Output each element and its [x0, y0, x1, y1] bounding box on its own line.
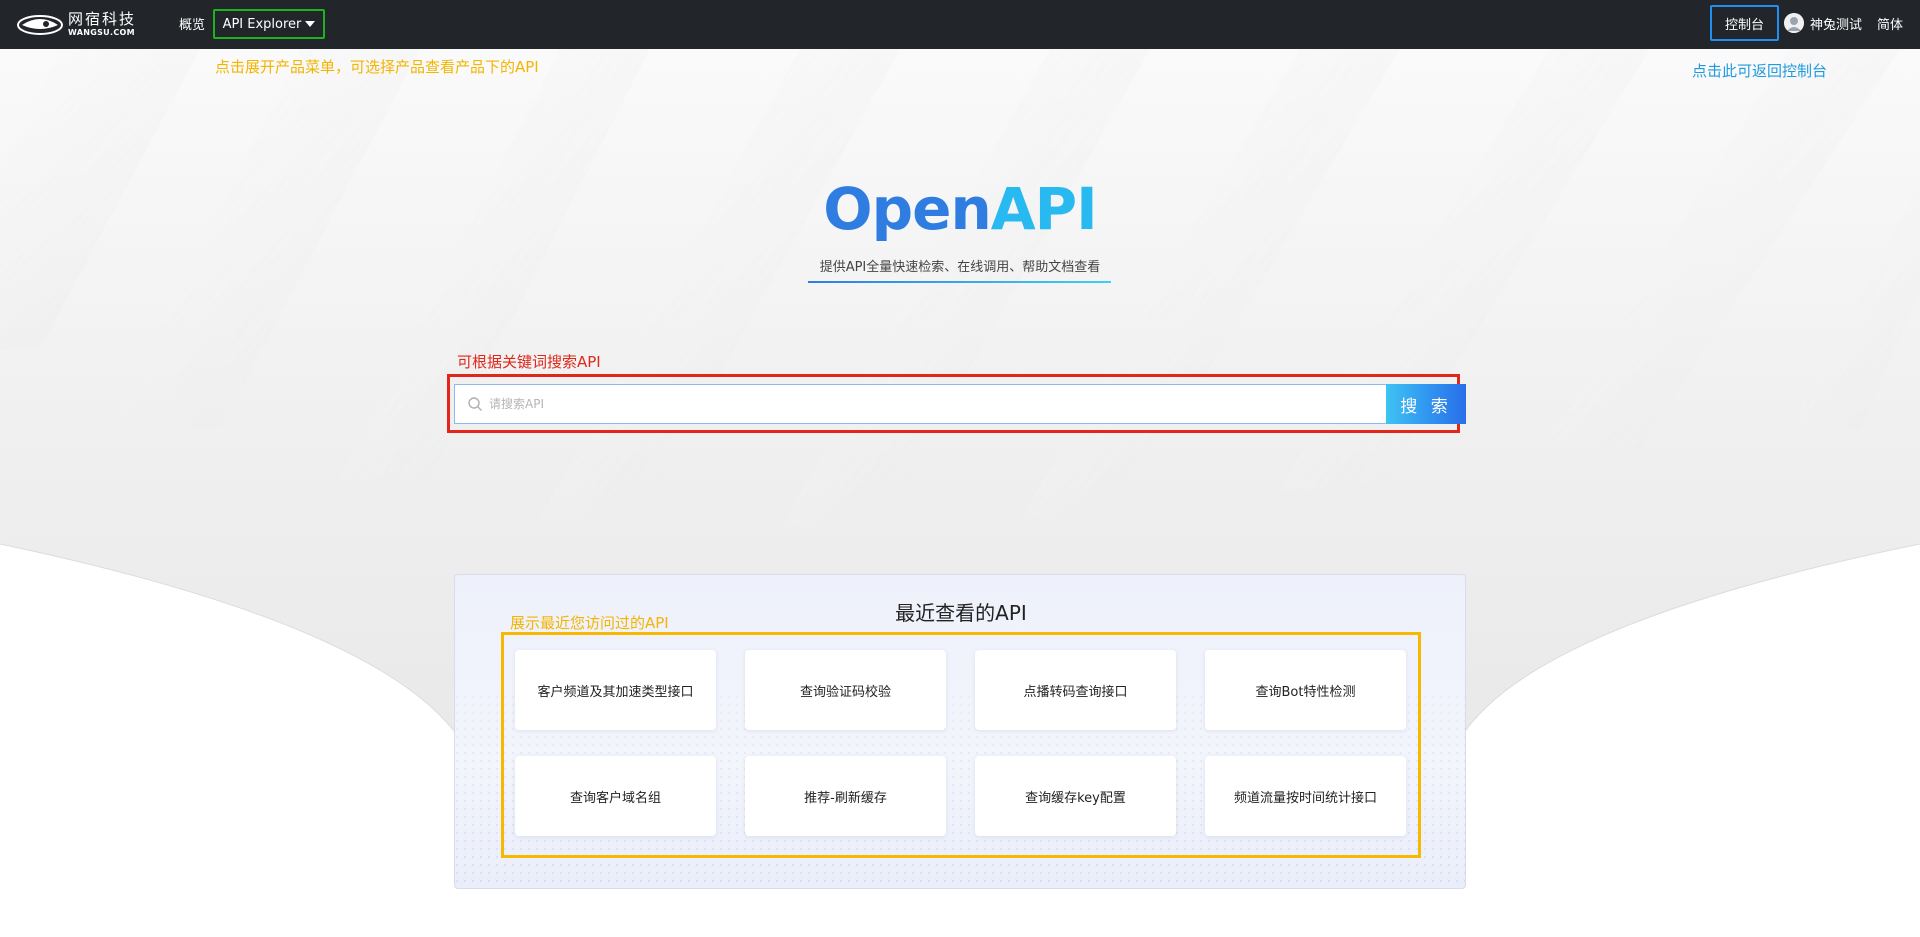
recent-api-grid: 客户频道及其加速类型接口 查询验证码校验 点播转码查询接口 查询Bot特性检测 …: [515, 650, 1411, 840]
recent-api-card[interactable]: 查询验证码校验: [745, 650, 946, 730]
console-hint-annotation: 点击此可返回控制台: [1692, 62, 1828, 80]
api-explorer-dropdown[interactable]: API Explorer: [213, 9, 325, 39]
user-menu[interactable]: 神兔测试: [1784, 13, 1862, 33]
explorer-hint-annotation: 点击展开产品菜单，可选择产品查看产品下的API: [215, 58, 539, 76]
search-input[interactable]: [489, 397, 1369, 411]
recent-api-card[interactable]: 点播转码查询接口: [975, 650, 1176, 730]
api-explorer-label: API Explorer: [222, 16, 302, 32]
nav-overview-link[interactable]: 概览: [179, 14, 205, 33]
avatar: [1784, 13, 1804, 33]
recent-api-card[interactable]: 查询缓存key配置: [975, 756, 1176, 836]
caret-down-icon: [305, 21, 316, 27]
page-subtitle: 提供API全量快速检索、在线调用、帮助文档查看: [819, 260, 1101, 275]
console-label: 控制台: [1724, 17, 1764, 33]
top-navbar: 网宿科技 WANGSU.COM 概览 API Explorer 控制台 神兔测试…: [0, 0, 1920, 49]
search-box: [454, 384, 1387, 424]
search-button[interactable]: 搜 索: [1386, 384, 1466, 424]
user-name: 神兔测试: [1810, 17, 1863, 33]
page-title: OpenAPI: [0, 175, 1920, 243]
title-part-api: API: [990, 175, 1098, 243]
wangsu-logo[interactable]: 网宿科技 WANGSU.COM: [16, 9, 156, 39]
logo-mark-icon: [17, 15, 63, 35]
recent-api-card[interactable]: 频道流量按时间统计接口: [1205, 756, 1406, 836]
title-part-open: Open: [823, 175, 991, 243]
language-switch[interactable]: 简体: [1877, 14, 1903, 33]
console-button[interactable]: 控制台: [1710, 5, 1779, 41]
recent-api-card[interactable]: 查询Bot特性检测: [1205, 650, 1406, 730]
logo-en-text: WANGSU.COM: [68, 27, 135, 37]
search-hint-annotation: 可根据关键词搜索API: [457, 353, 601, 371]
logo-cn-text: 网宿科技: [68, 9, 137, 28]
subtitle-underline: [808, 281, 1111, 283]
recent-api-card[interactable]: 客户频道及其加速类型接口: [515, 650, 716, 730]
recent-api-panel: 最近查看的API 展示最近您访问过的API 客户频道及其加速类型接口 查询验证码…: [454, 574, 1466, 889]
search-icon: [468, 397, 482, 411]
recent-api-card[interactable]: 查询客户域名组: [515, 756, 716, 836]
user-avatar-icon: [1784, 13, 1804, 33]
recent-hint-annotation: 展示最近您访问过的API: [510, 614, 669, 632]
recent-api-card[interactable]: 推荐-刷新缓存: [745, 756, 946, 836]
